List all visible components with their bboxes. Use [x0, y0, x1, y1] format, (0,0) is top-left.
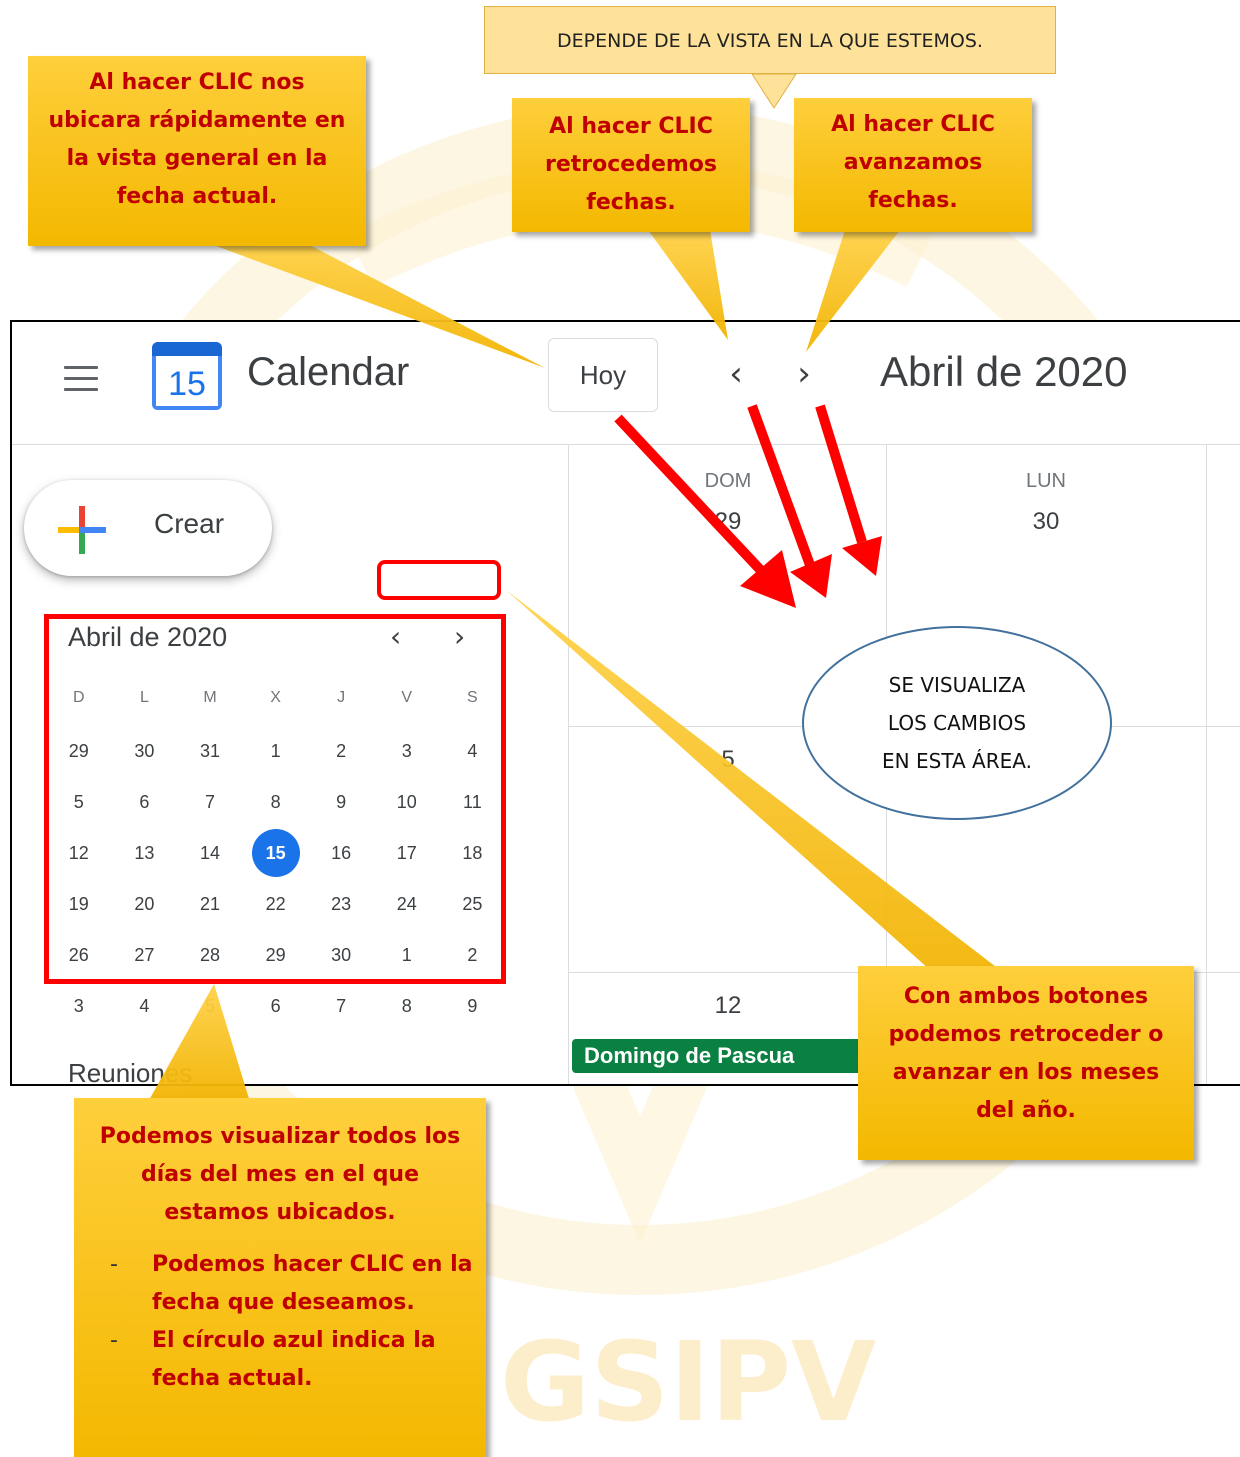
callout-line: estamos ubicados.: [164, 1200, 396, 1225]
view-dependency-note: DEPENDE DE LA VISTA EN LA QUE ESTEMOS.: [484, 6, 1056, 74]
note-line: EN ESTA ÁREA.: [882, 749, 1032, 773]
callout-line: fechas.: [586, 190, 676, 215]
today-button[interactable]: Hoy: [548, 338, 658, 412]
callout-intro: Podemos visualizar todos los días del me…: [74, 1118, 486, 1232]
day-number[interactable]: 5: [668, 746, 788, 774]
next-button-callout: Al hacer CLIC avanzamos fechas.: [794, 98, 1032, 232]
mini-calendar-day[interactable]: 9: [440, 981, 506, 1032]
callout-line: la vista general en la: [66, 146, 328, 171]
chevron-left-icon[interactable]: ‹: [716, 352, 756, 396]
callout-line: avanzamos: [843, 150, 983, 175]
note-line: SE VISUALIZA: [888, 673, 1026, 697]
callout-line: fecha que deseamos.: [152, 1290, 415, 1315]
mini-calendar-day[interactable]: 6: [243, 981, 309, 1032]
note-line: LOS CAMBIOS: [887, 711, 1027, 735]
callout-line: días del mes en el que: [140, 1162, 420, 1187]
callout-line: Al hacer CLIC: [549, 114, 713, 139]
mini-calendar-day[interactable]: 7: [308, 981, 374, 1032]
current-period-title: Abril de 2020: [880, 348, 1128, 395]
hamburger-menu-icon[interactable]: [64, 366, 98, 392]
callout-bullet: Podemos hacer CLIC en la fecha que desea…: [110, 1246, 486, 1322]
callout-line: ubicara rápidamente en: [48, 108, 346, 133]
event-chip[interactable]: Domingo de Pascua: [572, 1039, 872, 1073]
mini-nav-callout: Con ambos botones podemos retroceder o a…: [858, 966, 1194, 1160]
day-number[interactable]: 30: [986, 508, 1106, 536]
callout-line: del año.: [976, 1098, 1076, 1123]
changes-area-note: SE VISUALIZA LOS CAMBIOS EN ESTA ÁREA.: [802, 626, 1112, 820]
app-title: Calendar: [247, 350, 410, 394]
callout-line: Podemos visualizar todos los: [99, 1124, 461, 1149]
mini-calendar-day[interactable]: 3: [46, 981, 112, 1032]
mini-calendar-day[interactable]: 5: [177, 981, 243, 1032]
callout-bullets: Podemos hacer CLIC en la fecha que desea…: [74, 1246, 486, 1398]
mini-calendar-callout: Podemos visualizar todos los días del me…: [74, 1098, 486, 1457]
day-header-sun: DOM: [704, 470, 752, 492]
day-number[interactable]: 12: [668, 992, 788, 1020]
calendar-logo-icon: 15: [152, 342, 222, 410]
callout-line: fecha actual.: [116, 184, 278, 209]
mini-calendar-day[interactable]: 8: [374, 981, 440, 1032]
day-number[interactable]: 29: [668, 508, 788, 536]
highlight-box-mini-nav: [377, 560, 501, 600]
grid-divider: [568, 444, 569, 1084]
callout-line: Podemos hacer CLIC en la: [152, 1252, 473, 1277]
mini-calendar-day[interactable]: 4: [112, 981, 178, 1032]
today-button-callout: Al hacer CLIC nos ubicara rápidamente en…: [28, 56, 366, 246]
meetings-section-label: Reuniones: [68, 1058, 193, 1086]
callout-line: podemos retroceder o: [888, 1022, 1164, 1047]
calendar-header: 15 Calendar Hoy ‹ › Abril de 2020: [12, 322, 1240, 445]
callout-line: fecha actual.: [152, 1366, 313, 1391]
mini-calendar-week: 3456789: [46, 981, 506, 1032]
callout-line: Con ambos botones: [903, 984, 1149, 1009]
day-header-mon: LUN: [1025, 470, 1066, 492]
callout-line: Al hacer CLIC nos: [89, 70, 305, 95]
highlight-box-mini-calendar: [44, 614, 506, 984]
plus-multicolor-icon: [58, 506, 106, 554]
callout-bullet: El círculo azul indica la fecha actual.: [110, 1322, 486, 1398]
watermark-text: GSIPV: [500, 1318, 876, 1446]
create-button[interactable]: Crear: [24, 480, 272, 576]
calendar-logo-number: 15: [152, 356, 222, 410]
callout-line: fechas.: [868, 188, 958, 213]
callout-line: avanzar en los meses: [892, 1060, 1160, 1085]
create-button-label: Crear: [154, 508, 225, 539]
chevron-right-icon[interactable]: ›: [784, 352, 824, 396]
callout-line: Al hacer CLIC: [831, 112, 995, 137]
prev-button-callout: Al hacer CLIC retrocedemos fechas.: [512, 98, 750, 232]
callout-line: El círculo azul indica la: [152, 1328, 436, 1353]
grid-divider: [1206, 444, 1207, 1084]
callout-line: retrocedemos: [544, 152, 717, 177]
